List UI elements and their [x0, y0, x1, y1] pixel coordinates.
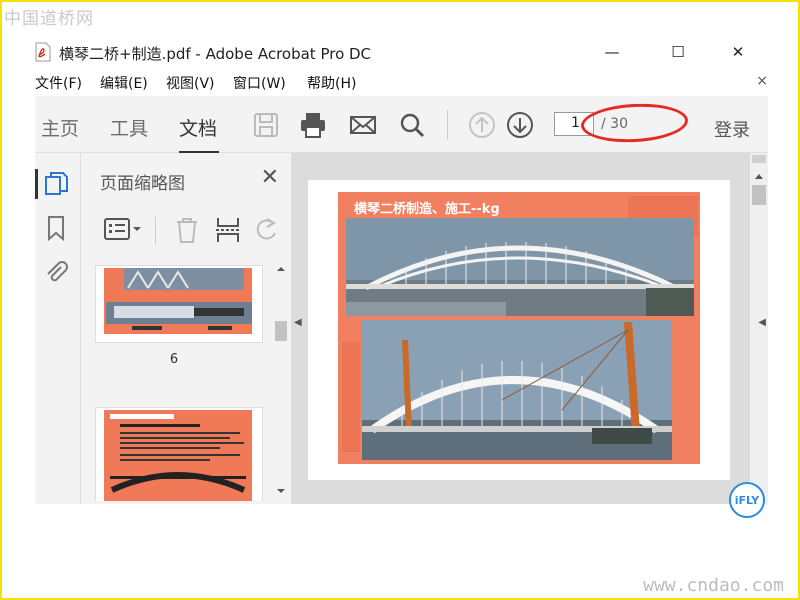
save-icon[interactable]: [251, 110, 281, 140]
page-thumbnail-6[interactable]: [95, 265, 263, 343]
acrobat-window: 横琴二桥+制造.pdf - Adobe Acrobat Pro DC — ☐ ✕…: [35, 36, 768, 504]
window-title: 横琴二桥+制造.pdf - Adobe Acrobat Pro DC: [59, 45, 372, 63]
thumbnail-6-image: [104, 268, 252, 334]
site-watermark-top: 中国道桥网: [4, 9, 94, 29]
menu-file[interactable]: 文件(F): [35, 73, 82, 93]
thumbnail-7-image: [104, 410, 252, 501]
thumbnail-list: 6: [81, 265, 267, 501]
collapse-right-panel-icon[interactable]: ◀: [758, 317, 766, 328]
bridge-photo-top: [346, 218, 694, 316]
previous-page-icon[interactable]: [467, 110, 497, 140]
panel-toolbar-separator: [155, 217, 156, 245]
login-link[interactable]: 登录: [714, 116, 750, 142]
page-thumbnail-7[interactable]: [95, 407, 263, 501]
collapse-left-panel-icon[interactable]: ◀: [294, 317, 302, 328]
rail-active-indicator: [35, 169, 38, 199]
email-icon[interactable]: [348, 110, 378, 140]
minimize-button[interactable]: —: [589, 36, 635, 68]
left-nav-rail: [35, 153, 81, 504]
close-window-button[interactable]: ✕: [715, 36, 761, 68]
tab-tools[interactable]: 工具: [110, 114, 148, 141]
next-page-icon[interactable]: [505, 110, 535, 140]
search-icon[interactable]: [397, 110, 427, 140]
insert-pages-icon[interactable]: [213, 215, 243, 245]
menu-bar: 文件(F) 编辑(E) 视图(V) 窗口(W) 帮助(H) ×: [35, 70, 768, 96]
attachment-icon[interactable]: [43, 259, 69, 285]
maximize-button[interactable]: ☐: [655, 36, 701, 68]
menu-help[interactable]: 帮助(H): [307, 73, 356, 93]
page-thumbnails-icon[interactable]: [43, 171, 69, 197]
slide-content: 横琴二桥制造、施工--kg: [338, 192, 700, 464]
document-viewport[interactable]: ◀ 横琴二桥制造、施工--kg ◀: [292, 153, 768, 504]
thumbnail-scrollbar[interactable]: [273, 265, 289, 501]
panel-close-button[interactable]: ✕: [261, 165, 279, 190]
toolbar-separator: [447, 110, 448, 140]
print-icon[interactable]: [298, 110, 328, 140]
title-bar: 横琴二桥+制造.pdf - Adobe Acrobat Pro DC — ☐ ✕: [35, 36, 768, 68]
thumbnail-options-icon[interactable]: [103, 215, 143, 245]
main-toolbar: 主页 工具 文档 1 / 30 登录: [35, 96, 768, 153]
menu-edit[interactable]: 编辑(E): [100, 73, 148, 93]
highlight-oval: [580, 101, 689, 145]
thumbnail-page-label: 6: [169, 352, 179, 367]
panel-title: 页面缩略图: [100, 174, 185, 194]
delete-pages-icon[interactable]: [173, 215, 201, 245]
menu-view[interactable]: 视图(V): [166, 73, 215, 93]
thumbnail-panel: 页面缩略图 ✕ 6: [81, 153, 292, 504]
ifly-badge[interactable]: iFLY: [729, 482, 765, 518]
bridge-photo-bottom: [362, 320, 672, 460]
site-watermark-bottom: www.cndao.com: [643, 575, 784, 596]
document-scrollbar[interactable]: [750, 153, 768, 504]
tab-document[interactable]: 文档: [179, 114, 217, 141]
pdf-page: 横琴二桥制造、施工--kg: [308, 180, 730, 480]
tab-home[interactable]: 主页: [41, 114, 79, 141]
slide-title: 横琴二桥制造、施工--kg: [354, 202, 500, 217]
rotate-icon[interactable]: [253, 215, 281, 245]
panel-toolbar: [81, 211, 291, 251]
menu-window[interactable]: 窗口(W): [233, 73, 286, 93]
close-document-button[interactable]: ×: [756, 73, 768, 89]
bookmark-icon[interactable]: [43, 215, 69, 241]
pdf-file-icon: [35, 42, 51, 62]
